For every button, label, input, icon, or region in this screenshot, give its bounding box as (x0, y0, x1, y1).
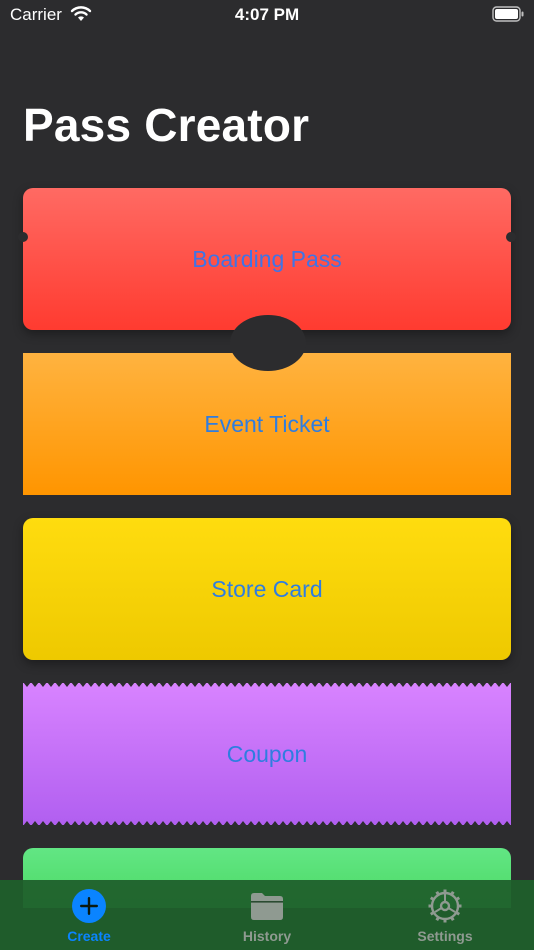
pass-label: Event Ticket (204, 410, 330, 437)
tab-label: Settings (417, 928, 473, 944)
status-bar: Carrier 4:07 PM (0, 0, 534, 30)
zigzag-edge (23, 821, 511, 826)
pass-label: Boarding Pass (192, 245, 342, 272)
coupon-button[interactable]: Coupon (23, 682, 511, 826)
pass-label: Coupon (226, 740, 308, 767)
plus-circle-icon (72, 889, 106, 923)
event-ticket-button[interactable]: Event Ticket (23, 315, 511, 495)
folder-icon (251, 893, 283, 920)
store-card-button[interactable]: Store Card (23, 518, 511, 660)
ticket-notch (18, 232, 28, 242)
zigzag-edge (23, 682, 511, 687)
gear-tooth (435, 916, 440, 922)
gear-tooth (429, 896, 435, 901)
ticket-cutout (230, 315, 306, 371)
tab-history[interactable]: History (178, 880, 356, 950)
gear-tooth (455, 896, 461, 901)
gear-tooth (450, 916, 455, 922)
gear-tooth (455, 911, 461, 916)
clock: 4:07 PM (234, 5, 300, 24)
tab-label: History (242, 928, 292, 944)
tab-label: Create (67, 928, 111, 944)
gear-icon (428, 889, 462, 923)
tab-settings[interactable]: Settings (356, 880, 534, 950)
page-title: Pass Creator (23, 99, 310, 151)
tab-create[interactable]: Create (0, 880, 178, 950)
boarding-pass-button[interactable]: Boarding Pass (18, 188, 516, 330)
ticket-notch (506, 232, 516, 242)
gear-tooth (435, 890, 440, 896)
battery-icon (492, 6, 524, 22)
tab-bar: Create History Settings (0, 880, 534, 950)
gear-tooth (429, 911, 435, 916)
gear-tooth (450, 890, 455, 896)
pass-label: Store Card (211, 575, 323, 602)
